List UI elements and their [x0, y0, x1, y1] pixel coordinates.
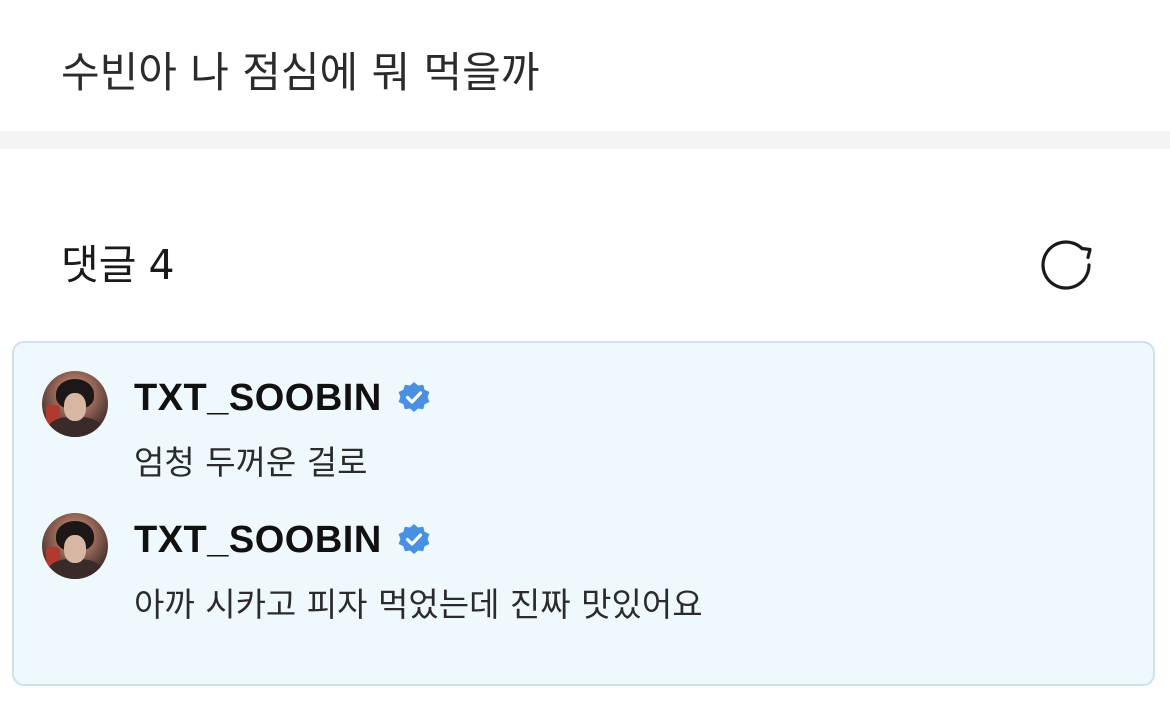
username[interactable]: TXT_SOOBIN [134, 519, 382, 562]
comments-box: TXT_SOOBIN 엄청 두꺼운 걸로 TXT_SOOBIN 아까 시카고 피… [12, 341, 1155, 686]
comment-text: 엄청 두꺼운 걸로 [134, 443, 368, 482]
post-text: 수빈아 나 점심에 뭐 먹을까 [61, 48, 540, 97]
comment-item: TXT_SOOBIN 엄청 두꺼운 걸로 [14, 343, 1153, 483]
username[interactable]: TXT_SOOBIN [134, 377, 382, 420]
username-row: TXT_SOOBIN [134, 373, 432, 423]
comment-item: TXT_SOOBIN 아까 시카고 피자 먹었는데 진짜 맛있어요 [14, 485, 1153, 625]
section-divider [0, 131, 1170, 149]
username-row: TXT_SOOBIN [134, 515, 432, 565]
verified-badge-icon [398, 524, 430, 554]
avatar[interactable] [42, 513, 108, 579]
comment-text: 아까 시카고 피자 먹었는데 진짜 맛있어요 [134, 585, 703, 624]
refresh-button[interactable] [1035, 234, 1101, 296]
verified-badge-icon [398, 382, 430, 412]
comments-count: 4 [148, 241, 175, 289]
comments-header: 댓글 4 [61, 236, 175, 294]
refresh-icon [1041, 240, 1092, 290]
avatar[interactable] [42, 371, 108, 437]
comments-label: 댓글 [61, 241, 137, 289]
